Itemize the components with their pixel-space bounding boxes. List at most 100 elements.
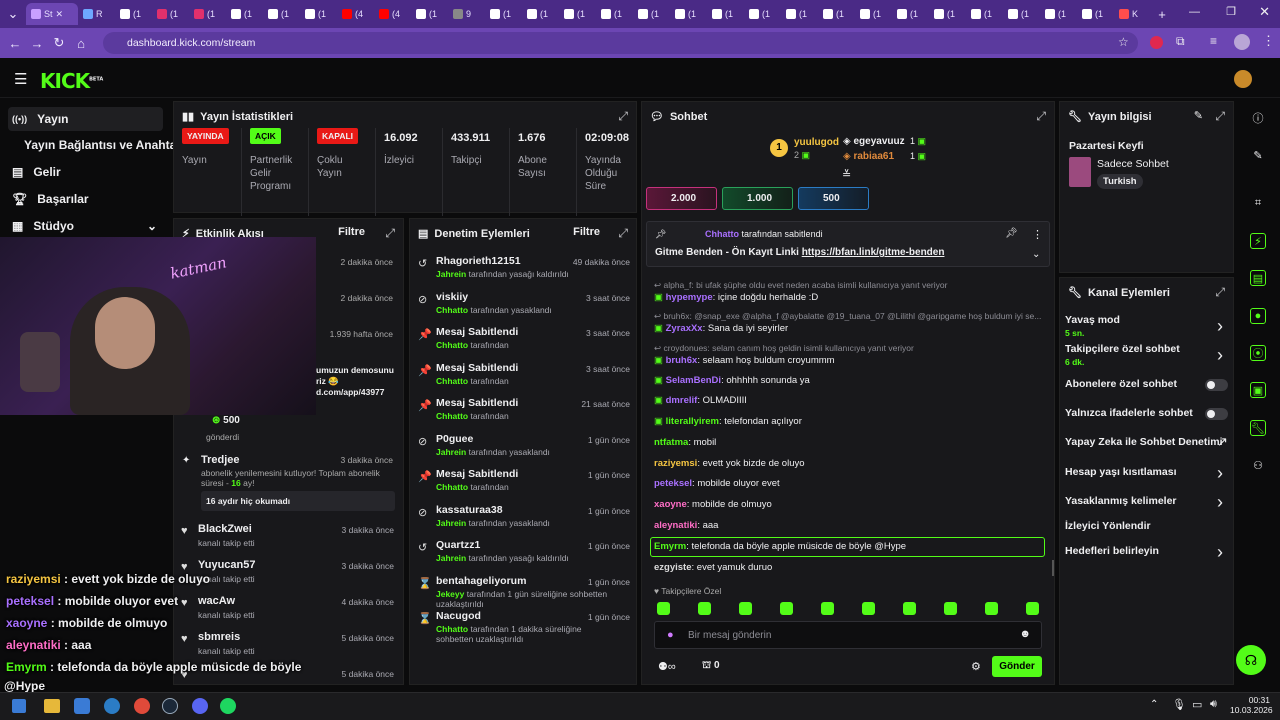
media-control-icon[interactable]: ≡ — [1210, 34, 1217, 48]
points-display[interactable]: ⛫ 0 — [702, 660, 720, 673]
chat-message[interactable]: ▣ hypemype: içine doğdu herhalde :D — [654, 292, 818, 303]
pencil-icon[interactable]: ✎ — [1250, 147, 1266, 163]
broadcast-icon[interactable]: ⦿ — [1250, 345, 1266, 361]
expand-icon[interactable]: ⤢ — [1036, 109, 1046, 124]
browser-tab[interactable]: (1 — [1077, 3, 1114, 25]
browser-tab[interactable]: (1 — [966, 3, 1003, 25]
chat-username[interactable]: literallyirem — [666, 416, 719, 427]
chat-message[interactable]: xaoyne: mobilde de olmuyo — [654, 499, 772, 510]
browser-tab[interactable]: (1 — [818, 3, 855, 25]
display-icon[interactable]: ▭ — [1192, 698, 1202, 711]
windows-icon[interactable] — [12, 699, 26, 713]
chat-username[interactable]: raziyemsi — [654, 458, 697, 469]
expand-icon[interactable]: ⤢ — [618, 226, 628, 241]
microphone-icon[interactable]: ● — [667, 629, 674, 641]
tab-search-icon[interactable]: ⌄ — [0, 3, 26, 25]
edit-icon[interactable]: ✎ — [1194, 109, 1203, 122]
chat-message[interactable]: ▣ bruh6x: selaam hoş buldum croyummm — [654, 355, 835, 366]
channel-action[interactable]: İzleyici Yönlendir — [1065, 520, 1151, 532]
chat-message[interactable]: ▣ ZyraxXx: Sana da iyi seyirler — [654, 323, 788, 334]
app-icon[interactable] — [74, 698, 90, 714]
emote-icon[interactable] — [903, 602, 916, 615]
browser-tab[interactable]: St ✕ — [26, 3, 78, 25]
emote-icon[interactable] — [657, 602, 670, 615]
back-icon[interactable]: ← — [4, 32, 26, 54]
browser-tab[interactable]: (1 — [1040, 3, 1077, 25]
activity-filter-button[interactable]: Filtre — [338, 226, 365, 238]
folder-icon[interactable] — [44, 699, 60, 713]
pinned-link[interactable]: https://bfan.link/gitme-benden — [802, 247, 945, 258]
extension-icon[interactable] — [1150, 36, 1163, 49]
emoji-icon[interactable]: ☻ — [1019, 628, 1031, 640]
browser-tab[interactable]: (4 — [337, 3, 374, 25]
chat-username[interactable]: ntfatma — [654, 437, 688, 448]
hamburger-menu-icon[interactable]: ☰ — [14, 70, 27, 88]
browser-tab[interactable]: 9 — [448, 3, 485, 25]
chat-message[interactable]: ntfatma: mobil — [654, 437, 716, 448]
chat-username[interactable]: bruh6x — [666, 355, 698, 366]
emote-icon[interactable] — [862, 602, 875, 615]
browser-tab[interactable]: (1 — [263, 3, 300, 25]
sidebar-item-studio[interactable]: ▦ Stüdyo ⌄ — [8, 214, 163, 238]
goal-pill-1[interactable]: 2.000 — [646, 187, 717, 210]
browser-tab[interactable]: (1 — [670, 3, 707, 25]
volume-icon[interactable]: 🔊︎ — [1210, 698, 1217, 711]
lightning-icon[interactable]: ⚡︎ — [1250, 233, 1266, 249]
channel-action[interactable]: Yalnızca ifadelerle sohbet — [1065, 407, 1193, 419]
chevron-right-icon[interactable]: › — [1217, 542, 1223, 563]
browser-tab[interactable]: (1 — [485, 3, 522, 25]
kick-logo[interactable]: KICKBETA — [40, 69, 103, 93]
browser-tab[interactable]: (1 — [152, 3, 189, 25]
chat-username[interactable]: peteksel — [654, 478, 692, 489]
browser-tab[interactable]: (1 — [781, 3, 818, 25]
gear-icon[interactable]: ⚙ — [971, 660, 981, 673]
browser-menu-icon[interactable]: ⋮ — [1262, 33, 1275, 49]
language-tag[interactable]: Turkish — [1097, 174, 1143, 189]
sidebar-item-revenue[interactable]: ▤ Gelir — [8, 160, 61, 184]
extensions-puzzle-icon[interactable]: ⧉ — [1176, 34, 1185, 49]
tab-close-icon[interactable]: ✕ — [56, 9, 64, 20]
new-tab-button[interactable]: + — [1151, 3, 1173, 25]
emote-icon[interactable] — [739, 602, 752, 615]
chat-username[interactable]: xaoyne — [654, 499, 687, 510]
layout-icon[interactable]: ▣ — [1250, 382, 1266, 398]
chrome-icon[interactable] — [134, 698, 150, 714]
channel-action[interactable]: Yasaklanmış kelimeler — [1065, 495, 1177, 507]
user-avatar[interactable] — [1234, 70, 1252, 88]
url-input[interactable]: dashboard.kick.com/stream — [103, 32, 1138, 54]
channel-action[interactable]: Abonelere özel sohbet — [1065, 378, 1177, 390]
document-icon[interactable]: ▤ — [1250, 270, 1266, 286]
spotify-icon[interactable] — [220, 698, 236, 714]
moderation-filter-button[interactable]: Filtre — [573, 226, 600, 238]
external-link-icon[interactable]: ↗ — [1217, 434, 1228, 450]
edge-icon[interactable] — [104, 698, 120, 714]
sidebar-item-stream[interactable]: ((•)) Yayın — [8, 107, 163, 131]
browser-tab[interactable]: (1 — [300, 3, 337, 25]
users-icon[interactable]: ⚇ — [1250, 457, 1266, 473]
emote-icon[interactable] — [698, 602, 711, 615]
expand-icon[interactable]: ⤢ — [1215, 285, 1225, 300]
chat-scrollbar[interactable] — [1052, 560, 1054, 576]
browser-tab[interactable]: (1 — [115, 3, 152, 25]
chevron-right-icon[interactable]: › — [1217, 345, 1223, 366]
browser-tab[interactable]: (1 — [189, 3, 226, 25]
browser-tab[interactable]: (1 — [744, 3, 781, 25]
expand-icon[interactable]: ⤢ — [618, 109, 628, 124]
sidebar-item-stream-key[interactable]: Yayın Bağlantısı ve Anahtarı — [8, 133, 184, 157]
toggle-switch[interactable] — [1205, 408, 1228, 420]
emote-icon[interactable] — [944, 602, 957, 615]
reload-icon[interactable]: ↻ — [48, 32, 70, 54]
tray-chevron-icon[interactable]: ⌃ — [1150, 699, 1158, 710]
wrench-icon[interactable]: 🔧︎ — [1250, 420, 1266, 436]
chat-settings-users-icon[interactable]: ⚉∞ — [658, 660, 676, 673]
browser-tab[interactable]: (1 — [559, 3, 596, 25]
bookmark-star-icon[interactable]: ☆ — [1118, 35, 1129, 49]
steam-icon[interactable] — [162, 698, 178, 714]
maximize-icon[interactable]: ❐ — [1226, 5, 1236, 18]
emote-icon[interactable] — [985, 602, 998, 615]
mic-icon[interactable]: 🎙︎ — [1172, 698, 1186, 711]
profile-avatar[interactable] — [1234, 34, 1250, 50]
browser-tab[interactable]: K — [1114, 3, 1151, 25]
send-button[interactable]: Gönder — [992, 656, 1042, 677]
emote-icon[interactable] — [821, 602, 834, 615]
